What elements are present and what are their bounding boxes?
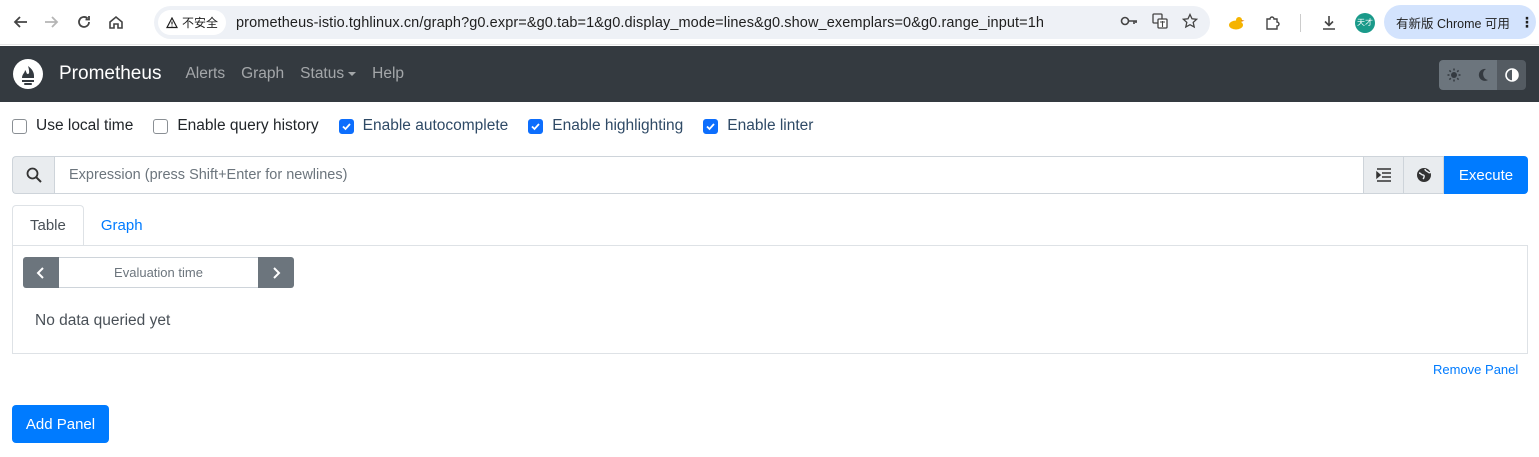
checkbox-box[interactable] <box>12 118 27 134</box>
forward-icon[interactable] <box>36 6 68 38</box>
translate-icon[interactable] <box>1152 12 1168 33</box>
expression-placeholder: Expression (press Shift+Enter for newlin… <box>69 167 348 183</box>
query-settings: Use local time Enable query history Enab… <box>12 117 833 135</box>
checkbox-box[interactable] <box>528 118 544 134</box>
theme-switcher <box>1439 60 1526 90</box>
extensions-puzzle-icon[interactable] <box>1258 9 1286 37</box>
enable-query-history-checkbox[interactable]: Enable query history <box>153 117 319 135</box>
prometheus-navbar: Prometheus Alerts Graph Status Help <box>0 46 1539 102</box>
more-vert-icon[interactable]: ⋮ <box>1520 14 1534 31</box>
star-icon[interactable] <box>1181 12 1199 33</box>
prometheus-logo-icon[interactable] <box>12 58 44 90</box>
nav-status-dropdown[interactable]: Status <box>300 65 357 83</box>
checkbox-label: Use local time <box>36 117 134 134</box>
security-chip[interactable]: 不安全 <box>158 10 227 35</box>
use-local-time-checkbox[interactable]: Use local time <box>12 117 133 135</box>
add-panel-button[interactable]: Add Panel <box>12 405 109 443</box>
enable-highlighting-checkbox[interactable]: Enable highlighting <box>528 117 683 135</box>
browser-toolbar: 不安全 prometheus-istio.tghlinux.cn/graph?g… <box>0 0 1539 45</box>
enable-linter-checkbox[interactable]: Enable linter <box>703 117 813 135</box>
nav-alerts[interactable]: Alerts <box>185 65 225 83</box>
nav-help[interactable]: Help <box>372 65 404 83</box>
chevron-right-icon[interactable] <box>258 257 294 288</box>
tab-table[interactable]: Table <box>12 205 84 246</box>
download-icon[interactable] <box>1315 9 1343 37</box>
checkbox-label: Enable query history <box>177 117 319 134</box>
warning-icon <box>166 16 178 28</box>
caret-down-icon <box>348 71 357 76</box>
nav-status-label: Status <box>300 65 345 82</box>
checkbox-label: Enable linter <box>727 117 814 134</box>
enable-autocomplete-checkbox[interactable]: Enable autocomplete <box>338 117 509 135</box>
chevron-left-icon[interactable] <box>23 257 59 288</box>
profile-avatar[interactable]: 天才 <box>1351 9 1379 37</box>
checkbox-box[interactable] <box>703 118 719 134</box>
key-icon[interactable] <box>1120 14 1138 31</box>
evaluation-time-picker: Evaluation time <box>23 257 294 288</box>
table-panel: Evaluation time No data queried yet <box>12 245 1528 354</box>
security-label: 不安全 <box>182 16 219 30</box>
toolbar-divider <box>1300 13 1301 32</box>
update-label: 有新版 Chrome 可用 <box>1396 16 1510 31</box>
remove-panel-link[interactable]: Remove Panel <box>1433 362 1518 377</box>
auto-theme-contrast-icon[interactable] <box>1497 60 1526 90</box>
empty-state-message: No data queried yet <box>35 312 171 329</box>
home-icon[interactable] <box>100 6 132 38</box>
search-icon <box>12 156 54 194</box>
brand-title[interactable]: Prometheus <box>59 63 161 85</box>
checkbox-label: Enable autocomplete <box>362 117 509 134</box>
checkbox-label: Enable highlighting <box>552 117 684 134</box>
chrome-update-button[interactable]: 有新版 Chrome 可用 ⋮ <box>1384 5 1536 39</box>
back-icon[interactable] <box>4 6 36 38</box>
evaluation-time-placeholder: Evaluation time <box>114 265 203 280</box>
dark-theme-moon-icon[interactable] <box>1468 60 1497 90</box>
panel-tabs: Table Graph <box>12 205 1528 246</box>
checkbox-box[interactable] <box>338 118 354 134</box>
nav-graph[interactable]: Graph <box>241 65 284 83</box>
reload-icon[interactable] <box>68 6 100 38</box>
format-expression-icon[interactable] <box>1364 156 1404 194</box>
address-bar[interactable]: 不安全 prometheus-istio.tghlinux.cn/graph?g… <box>154 6 1210 39</box>
tab-graph[interactable]: Graph <box>84 205 160 246</box>
checkbox-box[interactable] <box>153 118 169 134</box>
light-theme-sun-icon[interactable] <box>1439 60 1468 90</box>
url-text[interactable]: prometheus-istio.tghlinux.cn/graph?g0.ex… <box>236 15 1044 31</box>
extension-duck-icon[interactable] <box>1222 9 1250 37</box>
evaluation-time-input[interactable]: Evaluation time <box>59 257 258 288</box>
execute-button[interactable]: Execute <box>1444 156 1528 194</box>
expression-input[interactable]: Expression (press Shift+Enter for newlin… <box>54 156 1364 194</box>
expression-bar: Expression (press Shift+Enter for newlin… <box>12 156 1528 194</box>
metrics-explorer-globe-icon[interactable] <box>1404 156 1444 194</box>
